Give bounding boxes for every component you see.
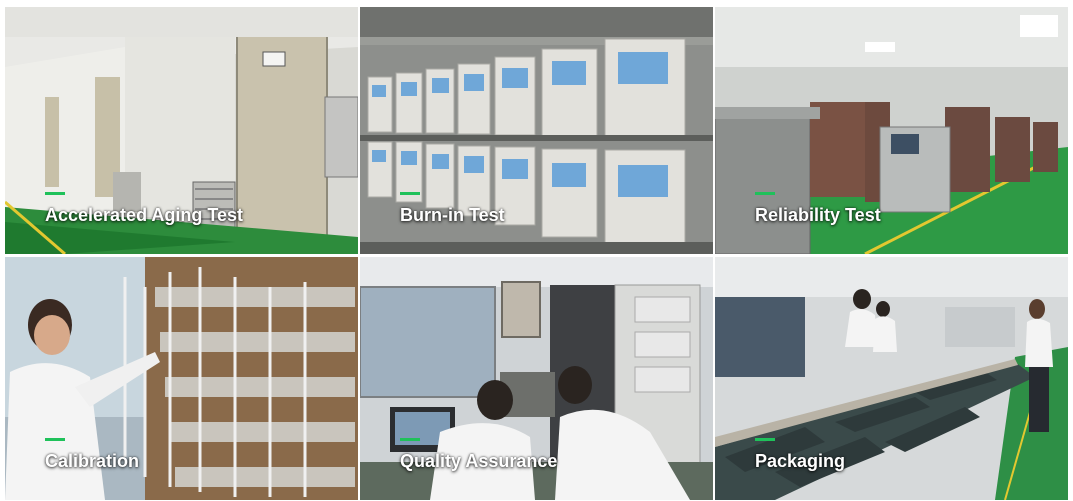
caption-accent-bar (400, 438, 420, 441)
tile-calibration[interactable]: Calibration (5, 257, 358, 500)
factory-photo-grid: Accelerated Aging Test Burn-in Test Reli… (0, 0, 1073, 501)
tile-caption[interactable]: Accelerated Aging Test (45, 205, 243, 226)
caption-accent-bar (755, 192, 775, 195)
tile-quality-assurance[interactable]: Quality Assurance (360, 257, 713, 500)
caption-accent-bar (45, 192, 65, 195)
caption-accent-bar (45, 438, 65, 441)
tile-caption[interactable]: Calibration (45, 451, 139, 472)
tile-reliability-test[interactable]: Reliability Test (715, 7, 1068, 254)
top-border (0, 0, 1073, 6)
caption-accent-bar (400, 192, 420, 195)
tile-packaging[interactable]: Packaging (715, 257, 1068, 500)
tile-caption[interactable]: Packaging (755, 451, 845, 472)
tile-burn-in-test[interactable]: Burn-in Test (360, 7, 713, 254)
tile-caption[interactable]: Reliability Test (755, 205, 881, 226)
tile-caption[interactable]: Quality Assurance (400, 451, 557, 472)
tile-accelerated-aging-test[interactable]: Accelerated Aging Test (5, 7, 358, 254)
caption-accent-bar (755, 438, 775, 441)
tile-caption[interactable]: Burn-in Test (400, 205, 505, 226)
